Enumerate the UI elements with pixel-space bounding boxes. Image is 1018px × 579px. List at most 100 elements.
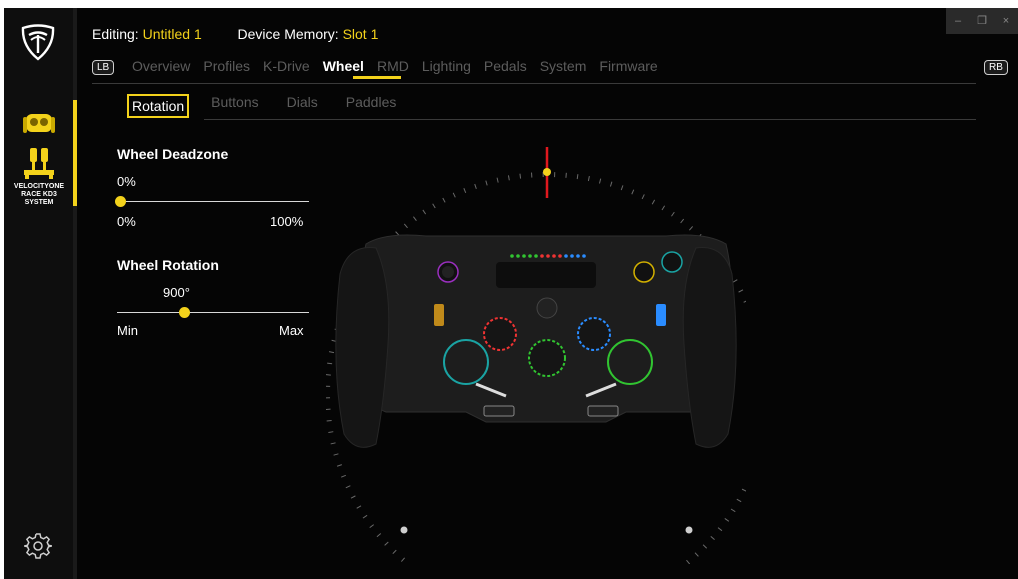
arc-tick <box>641 194 645 200</box>
tab-firmware[interactable]: Firmware <box>599 58 657 74</box>
arc-tick <box>507 175 510 181</box>
steering-wheel-preview <box>326 147 746 564</box>
arc-tick <box>369 524 374 529</box>
rev-led <box>522 254 526 258</box>
rotation-slider-track[interactable] <box>117 312 309 313</box>
arc-tick <box>432 203 436 209</box>
arc-tick <box>463 187 467 193</box>
deadzone-slider-track[interactable] <box>117 201 309 202</box>
arc-tick <box>350 495 356 499</box>
arc-tick <box>328 351 335 354</box>
arc-tick <box>496 177 499 183</box>
arc-tick <box>661 205 666 211</box>
deadzone-max-label: 100% <box>270 214 304 229</box>
wheel-body <box>335 234 737 448</box>
rotation-right-limit-dot <box>685 526 693 534</box>
arc-tick <box>732 279 738 283</box>
subtab-buttons[interactable]: Buttons <box>211 94 258 118</box>
deadzone-value: 0% <box>117 174 136 189</box>
tab-wheel[interactable]: Wheel <box>323 58 364 74</box>
arc-tick <box>717 527 723 532</box>
arc-tick <box>474 183 477 189</box>
arc-tick <box>442 197 446 203</box>
arc-tick <box>395 231 400 236</box>
tab-system[interactable]: System <box>540 58 587 74</box>
arc-tick <box>330 442 336 445</box>
arc-tick <box>741 488 746 492</box>
pedals-device-icon[interactable] <box>22 146 56 180</box>
arc-tick <box>356 505 362 509</box>
arc-tick <box>376 533 382 538</box>
arc-tick <box>724 518 730 522</box>
rotation-title: Wheel Rotation <box>117 257 219 273</box>
wheel-device-icon[interactable] <box>22 108 56 138</box>
arc-tick <box>688 226 694 231</box>
arc-tick <box>403 223 408 229</box>
rotation-left-limit-dot <box>400 526 408 534</box>
rotation-center-dot <box>543 168 551 176</box>
tab-lighting[interactable]: Lighting <box>422 58 471 74</box>
rev-led <box>582 254 586 258</box>
rev-led <box>516 254 520 258</box>
arc-tick <box>702 544 708 549</box>
window-controls: – ❐ × <box>946 8 1018 34</box>
tab-profiles[interactable]: Profiles <box>203 58 250 74</box>
device-memory-slot: Slot 1 <box>342 26 379 42</box>
rotation-slider-knob[interactable] <box>178 307 190 318</box>
arc-tick <box>736 498 742 503</box>
subtab-dials[interactable]: Dials <box>287 94 318 118</box>
tab-pedals[interactable]: Pedals <box>484 58 527 74</box>
arc-tick <box>587 175 590 182</box>
sidebar-divider <box>73 8 77 579</box>
arc-tick <box>362 514 368 519</box>
main-tabs: Overview Profiles K-Drive Wheel RMD Ligh… <box>132 58 658 74</box>
subtab-paddles[interactable]: Paddles <box>346 94 397 118</box>
editing-label: Editing: <box>92 26 139 42</box>
arc-tick <box>730 508 736 513</box>
app-window: VELOCITYONE RACE KD3 SYSTEM – ❐ × Editin… <box>4 8 1018 579</box>
arc-tick <box>326 419 332 422</box>
arc-tick <box>345 485 351 489</box>
rev-led <box>558 254 562 258</box>
arc-tick <box>631 189 635 195</box>
lb-bumper-button[interactable]: LB <box>92 60 115 75</box>
arc-tick <box>327 362 333 365</box>
arc-tick <box>392 549 397 555</box>
tab-rmd[interactable]: RMD <box>377 58 409 74</box>
settings-gear-icon[interactable] <box>24 532 52 560</box>
rev-led <box>510 254 514 258</box>
arc-tick <box>412 216 417 221</box>
rev-led <box>546 254 550 258</box>
arc-tick <box>336 464 342 467</box>
rb-bumper-button[interactable]: RB <box>984 60 1008 75</box>
arc-tick <box>710 535 715 541</box>
subtabs-divider <box>204 119 976 120</box>
arc-tick <box>743 300 746 303</box>
rotation-value: 900° <box>163 285 190 300</box>
arc-tick <box>328 431 334 434</box>
editing-profile-name: Untitled 1 <box>142 26 202 42</box>
turtle-beach-logo-icon <box>21 24 55 61</box>
tab-k-drive[interactable]: K-Drive <box>263 58 310 74</box>
sidebar-active-indicator <box>73 100 77 206</box>
deadzone-title: Wheel Deadzone <box>117 146 229 162</box>
sidebar: VELOCITYONE RACE KD3 SYSTEM <box>4 8 77 579</box>
rev-led <box>570 254 574 258</box>
arc-tick <box>400 557 406 562</box>
rev-led <box>528 254 532 258</box>
subtab-rotation[interactable]: Rotation <box>127 94 190 118</box>
arc-tick <box>333 453 339 456</box>
arc-tick <box>609 181 613 187</box>
close-button[interactable]: × <box>994 8 1018 34</box>
arc-tick <box>422 209 427 215</box>
restore-button[interactable]: ❐ <box>970 8 994 34</box>
rev-led <box>540 254 544 258</box>
active-tab-underline <box>353 76 401 79</box>
arc-tick <box>694 552 699 557</box>
tab-overview[interactable]: Overview <box>132 58 190 74</box>
arc-tick <box>340 474 346 478</box>
deadzone-slider-knob[interactable] <box>114 196 126 207</box>
minimize-button[interactable]: – <box>946 8 970 34</box>
rotation-max-label: Max <box>279 323 304 338</box>
rev-led <box>534 254 538 258</box>
